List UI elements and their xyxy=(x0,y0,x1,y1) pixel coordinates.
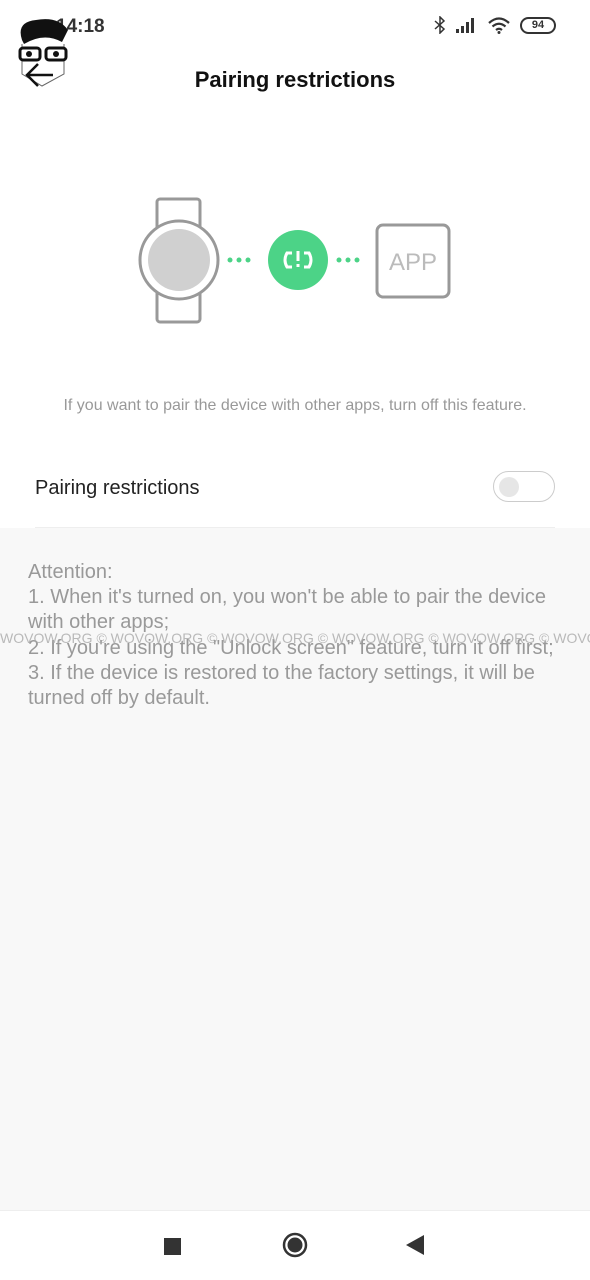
description-text: If you want to pair the device with othe… xyxy=(63,397,527,414)
dots-left xyxy=(227,257,251,263)
bluetooth-icon xyxy=(434,16,446,34)
back-triangle-icon[interactable] xyxy=(406,1235,424,1260)
watch-icon xyxy=(138,197,220,324)
pairing-restrictions-setting: Pairing restrictions xyxy=(35,470,555,528)
page-title: Pairing restrictions xyxy=(194,67,396,92)
pairing-illustration: APP xyxy=(138,197,451,324)
link-broken-icon xyxy=(268,230,328,290)
pairing-restrictions-toggle[interactable] xyxy=(493,471,555,502)
wifi-icon xyxy=(488,16,510,34)
signal-icon xyxy=(456,18,474,33)
battery-icon: 94 xyxy=(520,16,556,34)
home-circle-icon[interactable] xyxy=(282,1232,308,1263)
attention-heading: Attention: xyxy=(28,561,113,583)
attention-item: 3. If the device is restored to the fact… xyxy=(28,661,535,710)
app-label: APP xyxy=(389,249,437,276)
status-bar: 14:18 94 xyxy=(0,14,590,87)
setting-label: Pairing restrictions xyxy=(35,477,200,499)
dots-right xyxy=(336,257,360,263)
attention-item: 1. When it's turned on, you won't be abl… xyxy=(28,586,546,634)
toggle-knob xyxy=(499,477,519,497)
watermark: WOVOW.ORG © WOVOW.ORG © WOVOW.ORG © WOVO… xyxy=(0,630,590,646)
navigation-bar xyxy=(0,1210,590,1280)
recents-square-icon[interactable] xyxy=(164,1238,181,1260)
